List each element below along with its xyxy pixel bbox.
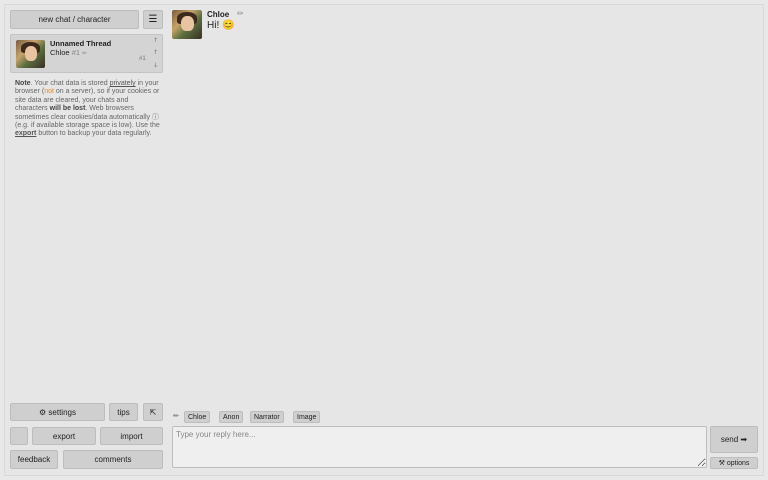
note-label: Note xyxy=(15,80,31,87)
options-button[interactable]: ⚒ options xyxy=(710,457,758,469)
tips-label: tips xyxy=(117,407,130,417)
feedback-button[interactable]: feedback xyxy=(10,450,58,469)
comments-button[interactable]: comments xyxy=(63,450,163,469)
storage-note: Note. Your chat data is stored privately… xyxy=(15,80,161,139)
options-label: ⚒ options xyxy=(718,460,750,467)
extra-button[interactable] xyxy=(10,427,28,445)
note-text-5: button to backup your data regularly. xyxy=(36,130,152,138)
message-text: Hi! 😊 xyxy=(207,20,235,31)
edit-character-icon[interactable]: ✏ xyxy=(82,50,87,57)
thread-card[interactable]: Unnamed Thread Chloe #1 ✏ ↑ ↑ #1 ↓ xyxy=(10,34,163,73)
new-chat-label: new chat / character xyxy=(38,15,111,24)
move-icon[interactable]: ↑ xyxy=(153,49,158,56)
send-button[interactable]: send ➡ xyxy=(710,426,758,453)
tips-button[interactable]: tips xyxy=(109,403,138,421)
move-down-icon[interactable]: ↓ xyxy=(153,62,158,69)
reply-input[interactable] xyxy=(172,426,707,468)
export-label: export xyxy=(52,431,76,441)
thread-character-line: Chloe #1 ✏ xyxy=(50,48,87,57)
message-avatar[interactable] xyxy=(172,10,202,39)
comments-label: comments xyxy=(94,455,132,464)
import-button[interactable]: import xyxy=(100,427,163,445)
export-link[interactable]: export xyxy=(15,130,36,137)
reply-as-anon-button[interactable]: Anon xyxy=(219,411,244,423)
send-label: send ➡ xyxy=(720,435,748,444)
note-text-1: . Your chat data is stored xyxy=(30,80,110,87)
privately-link[interactable]: privately xyxy=(110,80,136,87)
reply-as-chloe-button[interactable]: Chloe xyxy=(184,411,211,423)
thread-count: #1 xyxy=(139,56,146,62)
new-chat-button[interactable]: new chat / character xyxy=(10,10,139,29)
collapse-icon: ⇱ xyxy=(149,407,157,417)
settings-button[interactable]: ⚙ settings xyxy=(10,403,105,421)
export-button[interactable]: export xyxy=(32,427,96,445)
import-label: import xyxy=(120,431,143,441)
settings-label: ⚙ settings xyxy=(39,407,76,417)
collapse-sidebar-button[interactable]: ⇱ xyxy=(143,403,163,421)
reply-as-anon-label: Anon xyxy=(223,413,240,421)
reply-as-narrator-button[interactable]: Narrator xyxy=(250,411,284,423)
feedback-label: feedback xyxy=(17,455,51,464)
note-not: not xyxy=(44,88,54,96)
hamburger-menu-icon: ☰ xyxy=(148,14,158,25)
message-author: Chloe xyxy=(207,10,230,19)
edit-message-icon[interactable]: ✏ xyxy=(237,9,244,18)
thread-number: #1 xyxy=(71,48,81,57)
menu-button[interactable]: ☰ xyxy=(143,10,163,29)
move-up-icon[interactable]: ↑ xyxy=(153,37,158,44)
note-will-be-lost: will be lost xyxy=(49,105,86,113)
character-avatar xyxy=(16,40,45,68)
thread-character-name: Chloe xyxy=(50,48,70,57)
image-label: Image xyxy=(297,413,317,421)
reply-as-chloe-label: Chloe xyxy=(188,413,207,421)
reply-as-narrator-label: Narrator xyxy=(254,413,280,421)
image-button[interactable]: Image xyxy=(293,411,321,423)
thread-title: Unnamed Thread xyxy=(50,39,112,48)
pencil-icon[interactable]: ✏ xyxy=(173,412,179,420)
